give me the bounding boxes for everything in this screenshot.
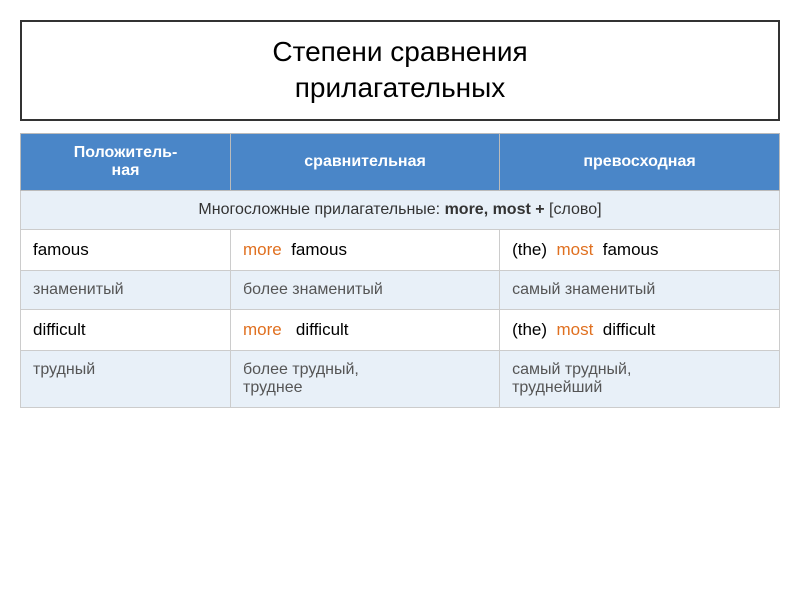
main-container: Степени сравнения прилагательных Положит… [20, 20, 780, 408]
info-cell: Многосложные прилагательные: more, most … [21, 190, 780, 229]
famous-trans-col1: знаменитый [21, 270, 231, 309]
info-row: Многосложные прилагательные: more, most … [21, 190, 780, 229]
info-text-before: Многосложные прилагательные: [198, 201, 444, 218]
famous-col2: more famous [231, 229, 500, 270]
info-text-after: [слово] [545, 201, 602, 218]
famous-trans-col2: более знаменитый [231, 270, 500, 309]
header-col2: сравнительная [231, 133, 500, 190]
famous-col1: famous [21, 229, 231, 270]
most-label-1: most [556, 240, 593, 259]
most-label-2: most [556, 320, 593, 339]
table-row-difficult: difficult more difficult (the) most diff… [21, 309, 780, 350]
table-row-famous-translation: знаменитый более знаменитый самый знамен… [21, 270, 780, 309]
famous-trans-col3: самый знаменитый [500, 270, 780, 309]
table-row-difficult-translation: трудный более трудный,труднее самый труд… [21, 350, 780, 407]
table-header-row: Положитель-ная сравнительная превосходна… [21, 133, 780, 190]
title-box: Степени сравнения прилагательных [20, 20, 780, 121]
difficult-trans-col2: более трудный,труднее [231, 350, 500, 407]
title-line2: прилагательных [295, 72, 506, 103]
info-bold: more, most + [445, 201, 545, 218]
more-label-2: more [243, 320, 282, 339]
header-col1: Положитель-ная [21, 133, 231, 190]
difficult-col2: more difficult [231, 309, 500, 350]
difficult-col3: (the) most difficult [500, 309, 780, 350]
title-line1: Степени сравнения [272, 36, 527, 67]
difficult-trans-col1: трудный [21, 350, 231, 407]
table-row-famous: famous more famous (the) most famous [21, 229, 780, 270]
famous-col3: (the) most famous [500, 229, 780, 270]
difficult-col1: difficult [21, 309, 231, 350]
difficult-trans-col3: самый трудный,труднейший [500, 350, 780, 407]
comparison-table: Положитель-ная сравнительная превосходна… [20, 133, 780, 408]
more-label-1: more [243, 240, 282, 259]
header-col3: превосходная [500, 133, 780, 190]
